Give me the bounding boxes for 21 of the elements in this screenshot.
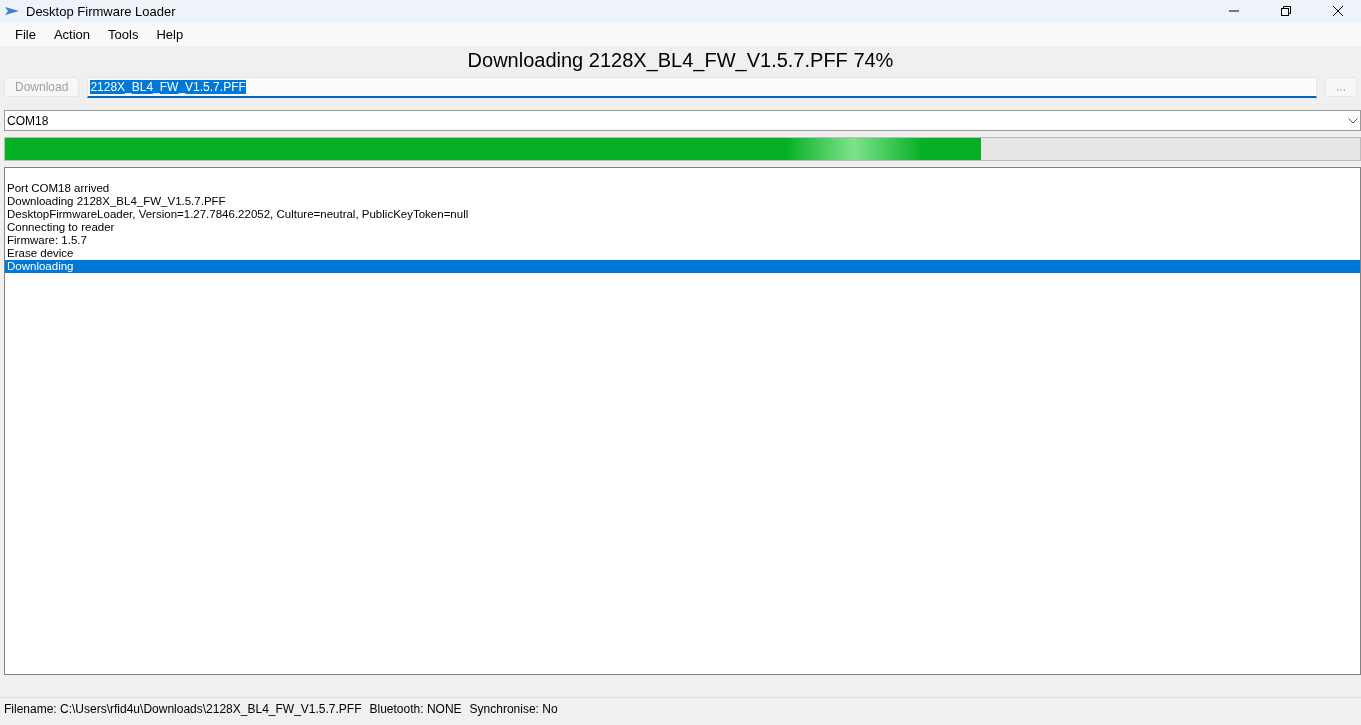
log-line[interactable]: DesktopFirmwareLoader, Version=1.27.7846.22052, Culture=neutral, PublicKeyToken=null [5,208,1360,221]
file-field[interactable]: 2128X_BL4_FW_V1.5.7.PFF [87,76,1317,98]
window-title: Desktop Firmware Loader [26,3,177,19]
restore-icon [1280,5,1292,17]
download-status-heading: Downloading 2128X_BL4_FW_V1.5.7.PFF 74% [467,48,894,72]
log-line[interactable]: Connecting to reader [5,221,1360,234]
port-dropdown[interactable]: COM18 [4,110,1361,131]
menu-item[interactable]: Help [147,26,193,42]
status-text: Bluetooth: NONE [369,702,462,716]
log-line[interactable]: Firmware: 1.5.7 [5,234,1360,247]
status-text: Filename: C:\Users\rfid4u\Downloads\2128X_BL4_FW_V1.5.7.PFF [4,702,362,716]
log-line[interactable]: Downloading 2128X_BL4_FW_V1.5.7.PFF [5,195,1360,208]
chevron-down-icon [1348,117,1358,124]
menu-item[interactable]: File [6,26,45,42]
app-icon [4,5,20,17]
log-line[interactable]: Erase device [5,247,1360,260]
log-line[interactable]: Port COM18 arrived [5,182,1360,195]
close-icon [1332,5,1344,17]
menu-item[interactable]: Action [44,26,100,42]
menu-item[interactable]: Tools [99,26,148,42]
status-text: Synchronise: No [469,702,558,716]
